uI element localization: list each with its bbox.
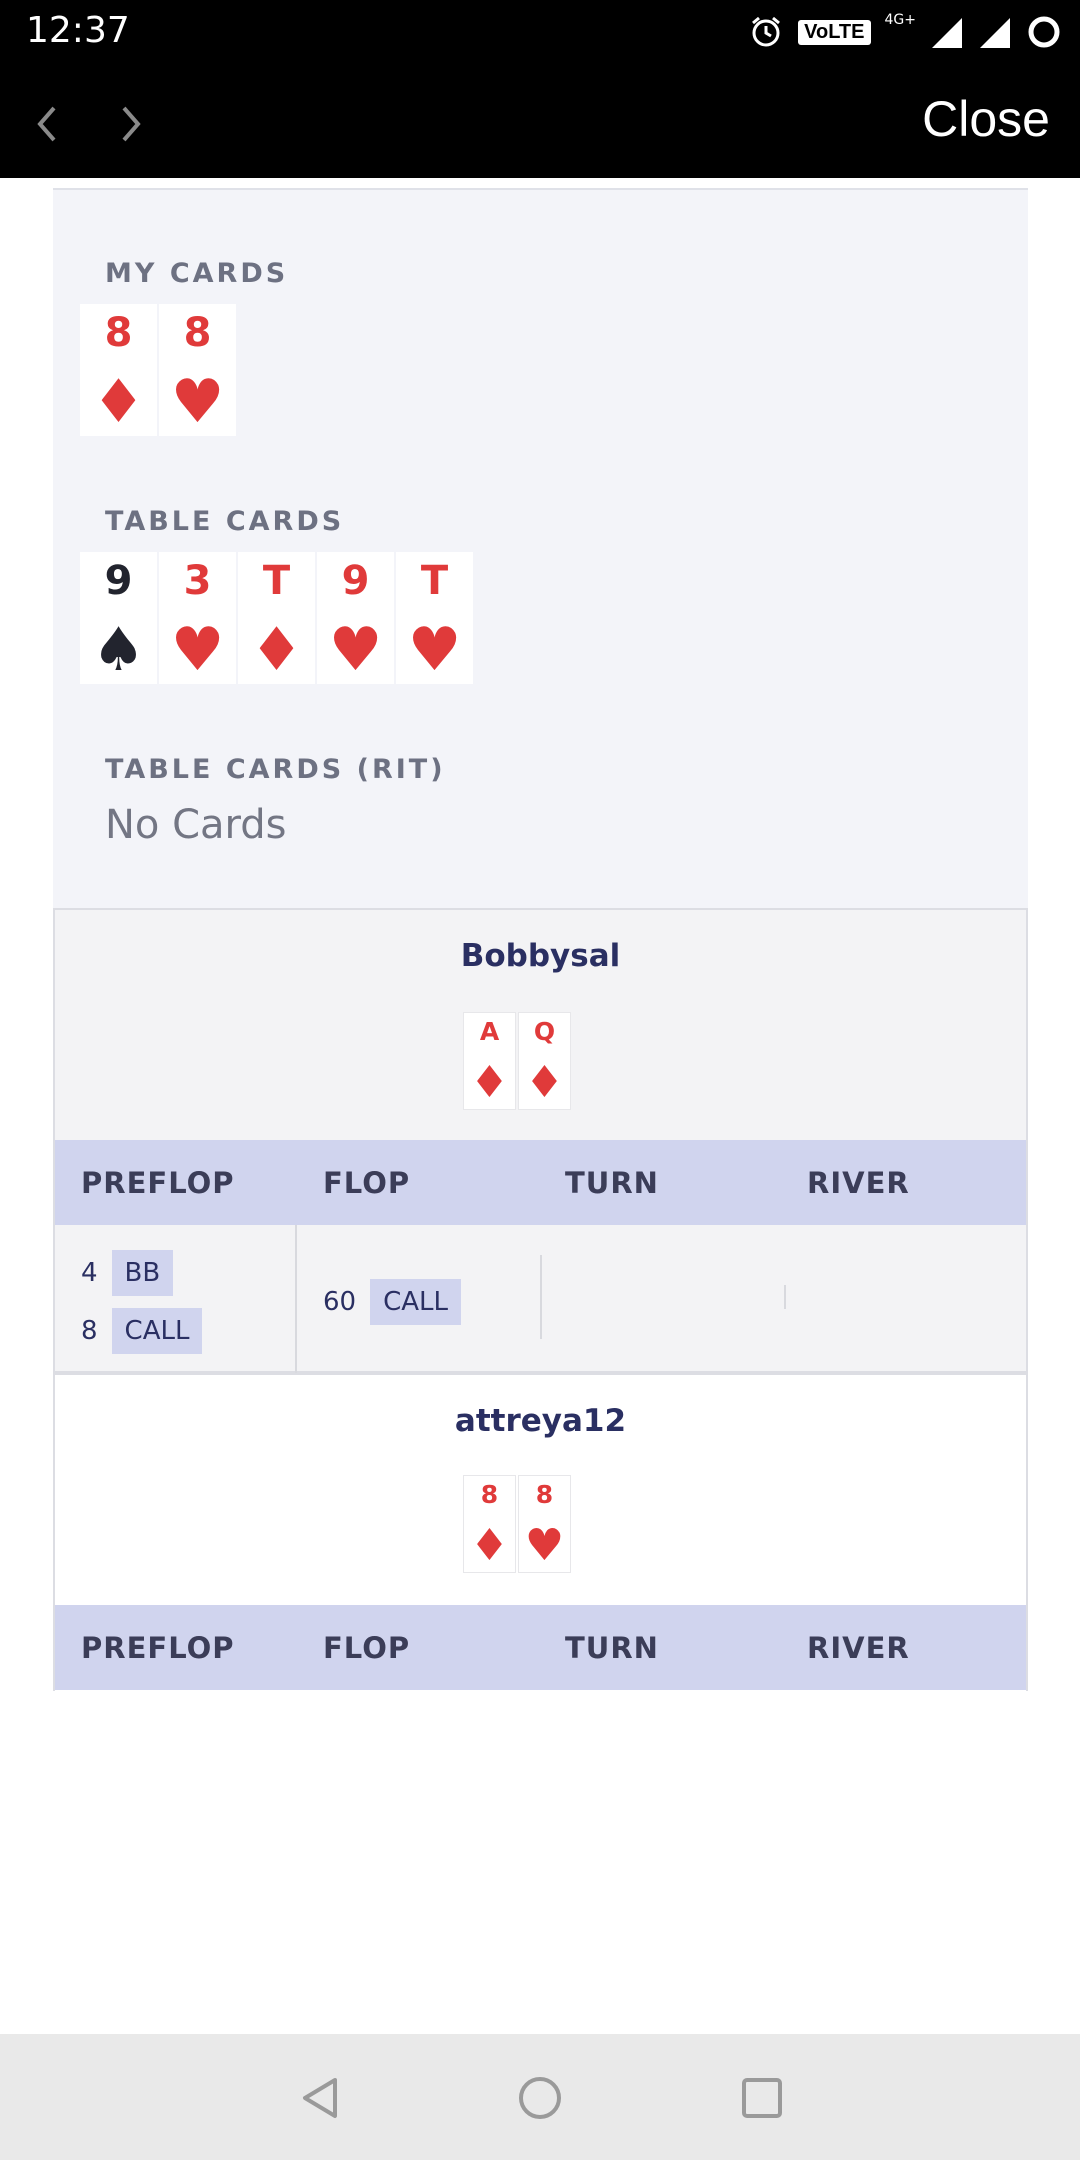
diamond-icon: ♦	[524, 1057, 565, 1108]
card: 9 ♠	[80, 552, 157, 684]
forward-button[interactable]	[106, 94, 156, 154]
card: 8 ♥	[159, 304, 236, 436]
street-turn: TURN	[565, 1165, 659, 1200]
card: 8 ♦	[463, 1475, 516, 1573]
action-amount: 8	[81, 1316, 98, 1346]
system-back-button[interactable]	[294, 2072, 346, 2124]
card-rank: 8	[183, 310, 212, 356]
card: Q ♦	[518, 1012, 571, 1110]
card-rank: T	[262, 558, 291, 604]
street-river: RIVER	[807, 1630, 910, 1665]
street-turn: TURN	[565, 1630, 659, 1665]
street-preflop: PREFLOP	[81, 1630, 235, 1665]
action-amount: 60	[323, 1287, 357, 1317]
action-item: 8 CALL	[81, 1308, 203, 1354]
divider	[540, 1255, 542, 1339]
card: 8 ♥	[518, 1475, 571, 1573]
chevron-left-icon	[37, 106, 56, 142]
preflop-actions: 4 BB 8 CALL	[55, 1225, 297, 1373]
divider	[784, 1285, 786, 1309]
diamond-icon: ♦	[249, 615, 304, 685]
actions-row: 4 BB 8 CALL 60 CALL	[55, 1225, 1026, 1373]
signal-icon-2	[980, 18, 1010, 48]
street-header: PREFLOP FLOP TURN RIVER	[55, 1140, 1026, 1225]
cards-panel: MY CARDS 8 ♦ 8 ♥ TABLE CARDS 9 ♠ 3 ♥ T ♦…	[53, 188, 1028, 908]
card-rank: 8	[480, 1480, 499, 1509]
triangle-back-icon	[303, 2078, 337, 2118]
battery-ring-icon	[1028, 16, 1060, 48]
my-cards: 8 ♦ 8 ♥	[80, 304, 236, 436]
status-time: 12:37	[26, 10, 130, 51]
card-rank: T	[420, 558, 449, 604]
card: 3 ♥	[159, 552, 236, 684]
back-button[interactable]	[22, 94, 72, 154]
street-header: PREFLOP FLOP TURN RIVER	[55, 1605, 1026, 1690]
heart-icon: ♥	[524, 1520, 565, 1571]
card-rank: Q	[533, 1017, 556, 1046]
table-cards-rit-label: TABLE CARDS (RIT)	[105, 754, 446, 785]
heart-icon: ♥	[407, 615, 462, 685]
card-rank: 8	[104, 310, 133, 356]
heart-icon: ♥	[328, 615, 383, 685]
action-item: 60 CALL	[323, 1279, 462, 1325]
action-tag: CALL	[370, 1279, 462, 1325]
table-cards: 9 ♠ 3 ♥ T ♦ 9 ♥ T ♥	[80, 552, 473, 684]
action-item: 4 BB	[81, 1250, 174, 1296]
alarm-icon	[752, 16, 781, 47]
status-icons: VoLTE 4G+	[748, 12, 1062, 52]
player-name: Bobbysal	[460, 938, 621, 974]
webview-nav-bar: Close	[0, 64, 1080, 178]
turn-actions	[539, 1225, 781, 1373]
card: T ♥	[396, 552, 473, 684]
card-rank: 9	[104, 558, 133, 604]
volte-badge: VoLTE	[798, 19, 871, 45]
divider	[295, 1225, 297, 1373]
player-cards: 8 ♦ 8 ♥	[463, 1475, 571, 1573]
card: 9 ♥	[317, 552, 394, 684]
my-cards-label: MY CARDS	[105, 258, 289, 289]
card-rank: 9	[341, 558, 370, 604]
signal-icon	[932, 18, 962, 48]
system-home-button[interactable]	[514, 2072, 566, 2124]
system-recents-button[interactable]	[736, 2072, 788, 2124]
close-button[interactable]: Close	[922, 90, 1050, 148]
player-cards: A ♦ Q ♦	[463, 1012, 571, 1110]
spade-icon: ♠	[91, 615, 146, 685]
status-bar: 12:37 VoLTE 4G+	[0, 0, 1080, 64]
heart-icon: ♥	[170, 367, 225, 437]
flop-actions: 60 CALL	[297, 1225, 539, 1373]
river-actions	[781, 1225, 1023, 1373]
street-preflop: PREFLOP	[81, 1165, 235, 1200]
card-rank: A	[479, 1017, 500, 1046]
diamond-icon: ♦	[469, 1520, 510, 1571]
street-river: RIVER	[807, 1165, 910, 1200]
card: T ♦	[238, 552, 315, 684]
card: 8 ♦	[80, 304, 157, 436]
action-amount: 4	[81, 1258, 98, 1288]
diamond-icon: ♦	[469, 1057, 510, 1108]
heart-icon: ♥	[170, 615, 225, 685]
card-rank: 3	[183, 558, 212, 604]
chevron-right-icon	[122, 106, 141, 142]
card-rank: 8	[535, 1480, 554, 1509]
street-flop: FLOP	[323, 1630, 411, 1665]
system-nav-bar	[0, 2034, 1080, 2160]
diamond-icon: ♦	[91, 367, 146, 437]
network-type: 4G+	[884, 12, 917, 28]
player-name: attreya12	[454, 1403, 627, 1439]
square-recents-icon	[742, 2078, 782, 2118]
player-block: attreya12 8 ♦ 8 ♥ PREFLOP FLOP TURN RIVE…	[53, 1373, 1028, 1691]
table-cards-label: TABLE CARDS	[105, 506, 345, 537]
street-flop: FLOP	[323, 1165, 411, 1200]
card: A ♦	[463, 1012, 516, 1110]
action-tag: BB	[111, 1250, 174, 1296]
action-tag: CALL	[111, 1308, 203, 1354]
circle-home-icon	[519, 2077, 561, 2119]
no-cards-text: No Cards	[105, 802, 287, 848]
player-block: Bobbysal A ♦ Q ♦ PREFLOP FLOP TURN RIVER…	[53, 908, 1028, 1373]
